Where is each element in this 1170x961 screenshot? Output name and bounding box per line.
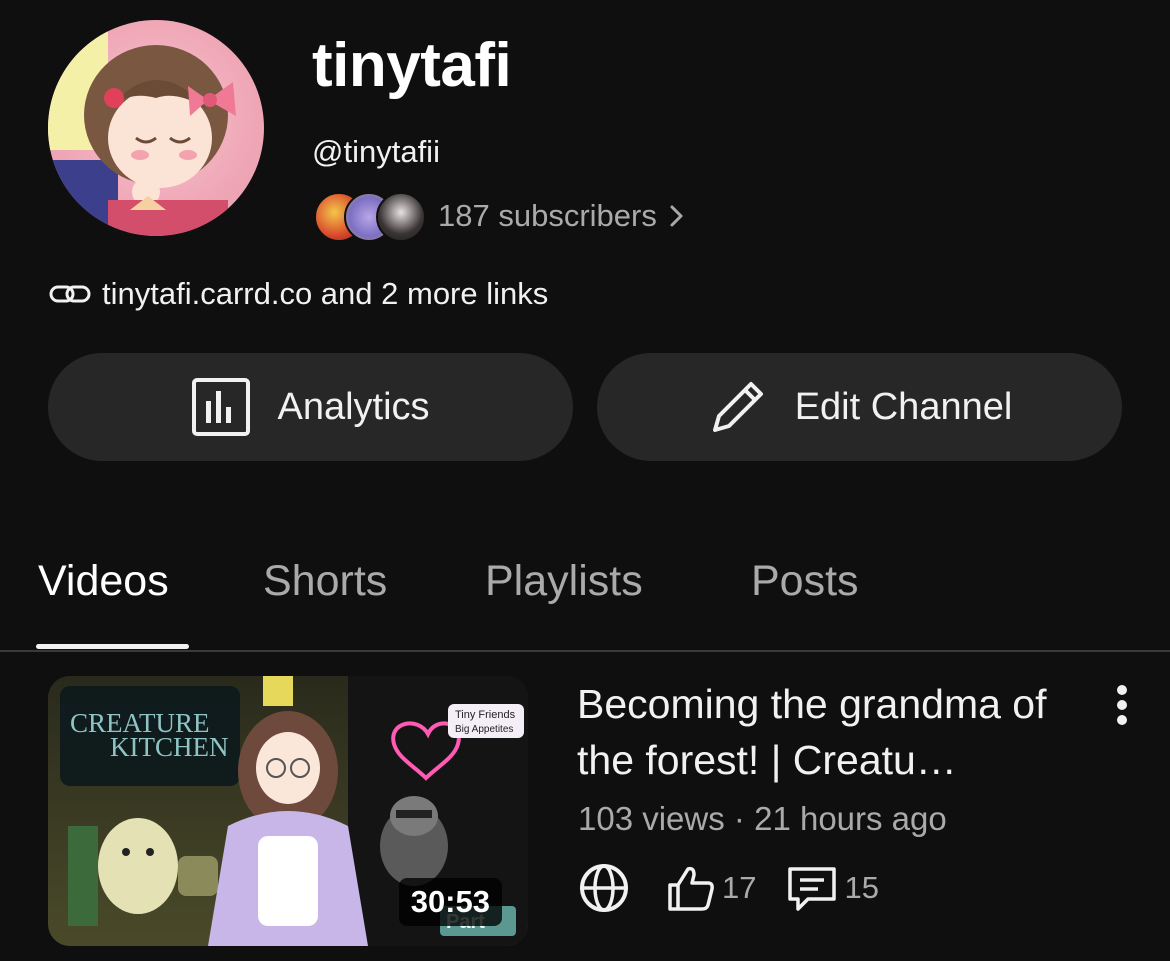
tab-videos[interactable]: Videos xyxy=(38,548,169,614)
edit-channel-button[interactable]: Edit Channel xyxy=(597,353,1122,461)
subscribers-row[interactable]: 187 subscribers xyxy=(314,190,685,242)
channel-links[interactable]: tinytafi.carrd.co and 2 more links xyxy=(48,276,548,312)
analytics-label: Analytics xyxy=(277,385,430,428)
channel-name: tinytafi xyxy=(312,31,512,100)
tab-posts[interactable]: Posts xyxy=(751,548,859,614)
thumbnail-logo-line2: KITCHEN xyxy=(110,732,228,762)
channel-page: tinytafi @tinytafii 187 subscribers tiny… xyxy=(0,0,1170,961)
video-meta: 103 views · 21 hours ago xyxy=(578,800,947,838)
active-tab-indicator xyxy=(36,644,189,649)
chevron-right-icon xyxy=(670,205,683,227)
likes-stat: 17 xyxy=(666,863,756,913)
globe-icon xyxy=(580,864,628,912)
video-duration: 30:53 xyxy=(398,878,502,926)
channel-handle: @tinytafii xyxy=(312,134,440,169)
thumbs-up-icon xyxy=(668,866,714,911)
video-age: 21 hours ago xyxy=(754,800,947,837)
thumbnail-tag-line2: Big Appetites xyxy=(455,724,513,735)
edit-channel-label: Edit Channel xyxy=(794,385,1013,428)
meta-separator: · xyxy=(733,800,755,837)
tabs-divider xyxy=(0,650,1170,652)
subscriber-count: 187 subscribers xyxy=(438,198,657,233)
comments-stat: 15 xyxy=(786,863,879,913)
pencil-icon xyxy=(712,382,763,432)
analytics-button[interactable]: Analytics xyxy=(48,353,573,461)
video-title[interactable]: Becoming the grandma of the forest! | Cr… xyxy=(577,676,1097,788)
comments-count: 15 xyxy=(844,870,879,905)
tab-playlists[interactable]: Playlists xyxy=(485,548,643,614)
tab-shorts[interactable]: Shorts xyxy=(263,548,387,614)
visibility-public xyxy=(578,862,636,914)
links-text: tinytafi.carrd.co and 2 more links xyxy=(102,276,549,311)
analytics-icon xyxy=(192,378,251,436)
link-icon xyxy=(49,285,91,303)
subscriber-avatars xyxy=(314,192,426,242)
more-options-icon[interactable] xyxy=(1110,682,1134,728)
channel-avatar[interactable] xyxy=(48,20,264,236)
video-stats: 17 15 xyxy=(578,862,909,914)
video-views: 103 views xyxy=(578,800,725,837)
comment-icon xyxy=(788,867,837,911)
channel-tabs: Videos Shorts Playlists Posts xyxy=(0,548,1170,652)
subscriber-avatar xyxy=(376,192,426,242)
likes-count: 17 xyxy=(722,870,757,905)
video-thumbnail[interactable]: CREATURE KITCHEN Tiny Friends Big Appeti… xyxy=(48,676,528,946)
thumbnail-tag-line1: Tiny Friends xyxy=(455,709,516,721)
